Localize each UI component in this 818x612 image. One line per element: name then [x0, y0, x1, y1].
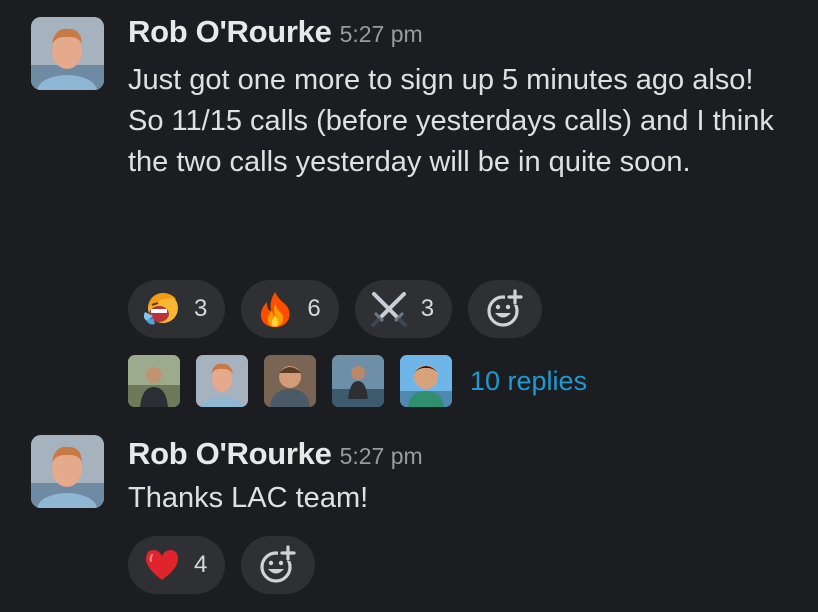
fire-icon: [255, 289, 295, 329]
avatar[interactable]: [31, 17, 104, 90]
message-header: Rob O'Rourke 5:27 pm: [128, 14, 423, 50]
add-reaction-icon: [485, 289, 526, 329]
reply-avatar: [128, 355, 180, 407]
author-name[interactable]: Rob O'Rourke: [128, 14, 332, 49]
reaction-count: 3: [194, 295, 208, 322]
message-text: Thanks LAC team!: [128, 482, 369, 514]
add-reaction-button[interactable]: [241, 536, 316, 594]
add-reaction-icon: [258, 545, 299, 585]
reply-avatar: [400, 355, 452, 407]
timestamp[interactable]: 5:27 pm: [340, 443, 423, 469]
reply-avatar: [264, 355, 316, 407]
reaction-fire[interactable]: 6: [241, 280, 339, 338]
reply-avatar: [332, 355, 384, 407]
reaction-crossed-swords[interactable]: 3: [354, 280, 453, 338]
reaction-bar: 4: [128, 536, 316, 594]
author-name[interactable]: Rob O'Rourke: [128, 436, 332, 471]
add-reaction-button[interactable]: [468, 280, 543, 338]
message-text: Just got one more to sign up 5 minutes a…: [128, 64, 774, 178]
reaction-count: 4: [194, 551, 208, 578]
crossed-swords-icon: [369, 289, 409, 329]
replies-link[interactable]: 10 replies: [470, 366, 587, 397]
shouting-face-icon: [142, 289, 182, 329]
reaction-count: 3: [420, 295, 435, 322]
message-header: Rob O'Rourke 5:27 pm: [128, 436, 423, 472]
reaction-bar: 3 6 3: [128, 280, 543, 338]
reply-avatar: [196, 355, 248, 407]
red-heart-icon: [142, 545, 182, 585]
avatar[interactable]: [31, 435, 104, 508]
reaction-shouting-face[interactable]: 3: [128, 280, 226, 338]
thread-replies-bar[interactable]: 10 replies: [128, 355, 587, 407]
reaction-count: 6: [307, 295, 321, 322]
timestamp[interactable]: 5:27 pm: [340, 21, 423, 47]
reaction-red-heart[interactable]: 4: [128, 536, 226, 594]
